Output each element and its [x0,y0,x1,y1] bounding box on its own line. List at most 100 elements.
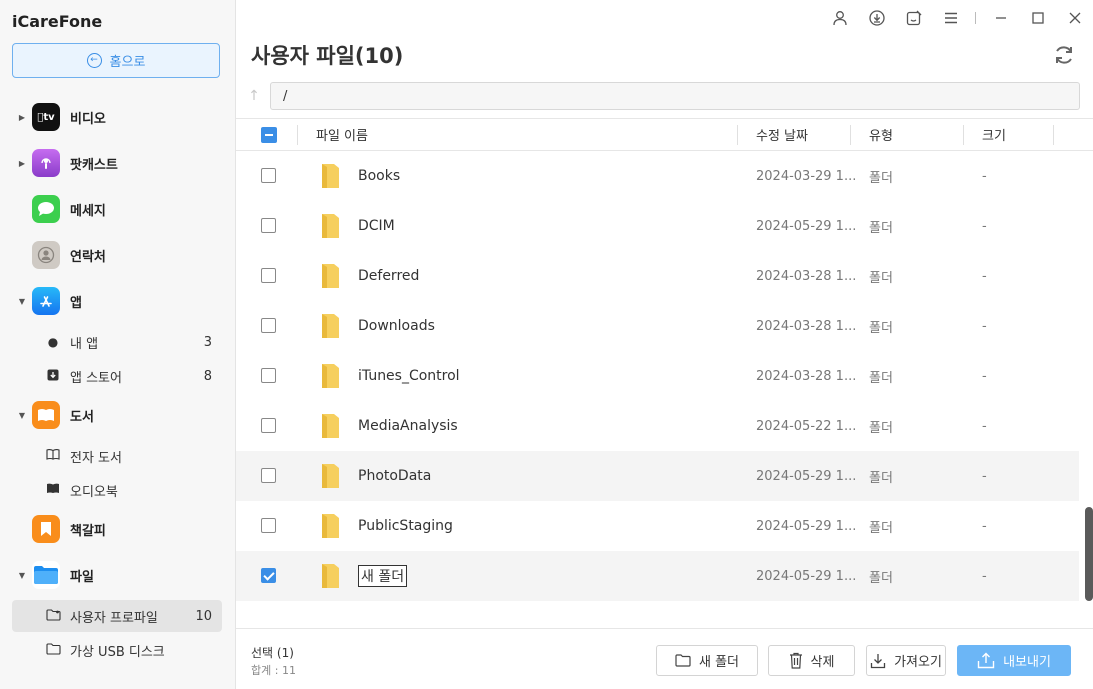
sidebar: iCareFone ← 홈으로 ▶ tv 비디오 ▶ 팟캐스트 메세지 연락처… [0,0,236,689]
sidebar-item-ebooks[interactable]: 전자 도서 [12,440,222,472]
sidebar-item-label: 내 앱 [70,336,99,352]
home-button[interactable]: ← 홈으로 [12,43,220,78]
maximize-icon[interactable] [1019,0,1056,36]
sidebar-item-my-apps[interactable]: ● 내 앱 3 [12,326,222,358]
apple-icon: ● [47,335,59,349]
app-store-icon [32,287,60,315]
file-name-input[interactable]: 새 폴더 [358,565,408,587]
row-checkbox[interactable] [261,268,276,283]
row-checkbox[interactable] [261,468,276,483]
column-header-type[interactable]: 유형 [869,119,893,150]
footer-bar: 선택 (1) 합계 : 11 새 폴더 삭제 가져오기 내보내기 [236,628,1093,689]
column-separator[interactable] [737,125,738,145]
scrollbar-thumb[interactable] [1085,507,1093,601]
path-bar[interactable]: / [270,82,1080,110]
table-row[interactable]: MediaAnalysis 2024-05-22 1... 폴더 - [236,401,1079,451]
delete-button[interactable]: 삭제 [768,645,855,676]
table-row[interactable]: 새 폴더 2024-05-29 1... 폴더 - [236,551,1079,601]
files-folder-icon [32,561,60,589]
export-button[interactable]: 내보내기 [957,645,1071,676]
bookmark-icon [32,515,60,543]
download-icon[interactable] [858,0,895,36]
user-icon[interactable] [821,0,858,36]
table-row[interactable]: Books 2024-03-29 1... 폴더 - [236,151,1079,201]
import-label: 가져오기 [894,655,942,670]
sidebar-item-video[interactable]: ▶ tv 비디오 [12,99,224,135]
table-row[interactable]: Downloads 2024-03-28 1... 폴더 - [236,301,1079,351]
file-size: - [982,518,987,534]
file-type: 폴더 [869,370,893,386]
refresh-icon[interactable] [1051,42,1077,68]
row-checkbox[interactable] [261,318,276,333]
column-separator[interactable] [1053,125,1054,145]
sidebar-item-virtual-usb[interactable]: 가상 USB 디스크 [12,634,222,666]
file-type: 폴더 [869,470,893,486]
row-checkbox[interactable] [261,368,276,383]
up-arrow-icon[interactable]: ↑ [246,86,262,106]
table-row[interactable]: PublicStaging 2024-05-29 1... 폴더 - [236,501,1079,551]
column-header-size[interactable]: 크기 [982,119,1006,150]
caret-down-icon[interactable]: ▼ [12,297,32,306]
sidebar-item-podcasts[interactable]: ▶ 팟캐스트 [12,145,224,181]
sidebar-item-user-profile[interactable]: 사용자 프로파일 10 [12,600,222,632]
folder-icon [322,164,339,188]
video-icon-text: tv [40,111,54,123]
row-checkbox[interactable] [261,518,276,533]
folder-user-icon [44,608,62,624]
table-row[interactable]: PhotoData 2024-05-29 1... 폴더 - [236,451,1079,501]
caret-right-icon[interactable]: ▶ [12,159,32,168]
file-size: - [982,568,987,584]
modified-date: 2024-05-29 1... [756,518,857,534]
file-name-edit[interactable]: 새 폴더 [358,551,408,601]
caret-down-icon[interactable]: ▼ [12,411,32,420]
back-arrow-icon: ← [86,53,102,68]
sidebar-item-books[interactable]: ▼ 도서 [12,397,224,433]
row-checkbox-checked[interactable] [261,568,276,583]
delete-label: 삭제 [810,655,835,670]
row-checkbox[interactable] [261,418,276,433]
sidebar-item-apps[interactable]: ▼ 앱 [12,283,224,319]
sidebar-item-label: 도서 [70,409,94,425]
folder-icon [322,514,339,538]
table-row[interactable]: DCIM 2024-05-29 1... 폴더 - [236,201,1079,251]
caret-down-icon[interactable]: ▼ [12,571,32,580]
file-name: Downloads [358,318,435,334]
minimize-icon[interactable] [982,0,1019,36]
file-size: - [982,168,987,184]
item-count: 3 [203,334,212,350]
column-separator[interactable] [963,125,964,145]
column-header-name[interactable]: 파일 이름 [316,119,368,150]
sidebar-item-contacts[interactable]: 연락처 [12,237,224,273]
new-folder-button[interactable]: 새 폴더 [656,645,758,676]
window-toolbar [821,0,1093,36]
sidebar-item-label: 앱 [70,295,82,311]
file-name: Books [358,168,401,184]
app-title: iCareFone [12,12,103,31]
column-header-date[interactable]: 수정 날짜 [756,119,808,150]
select-all-checkbox[interactable] [261,127,277,143]
feedback-icon[interactable] [895,0,932,36]
modified-date: 2024-05-29 1... [756,568,857,584]
total-count: 합계 : 11 [251,664,296,677]
caret-right-icon[interactable]: ▶ [12,113,32,122]
sidebar-item-audiobooks[interactable]: 오디오북 [12,474,222,506]
sidebar-item-app-store[interactable]: 앱 스토어 8 [12,360,222,392]
file-size: - [982,368,987,384]
row-checkbox[interactable] [261,218,276,233]
row-checkbox[interactable] [261,168,276,183]
sidebar-item-bookmarks[interactable]: 책갈피 [12,511,224,547]
column-separator[interactable] [850,125,851,145]
item-count: 8 [203,368,212,384]
table-row[interactable]: iTunes_Control 2024-03-28 1... 폴더 - [236,351,1079,401]
sidebar-item-messages[interactable]: 메세지 [12,191,224,227]
sidebar-item-files[interactable]: ▼ 파일 [12,557,224,593]
menu-icon[interactable] [932,0,969,36]
import-button[interactable]: 가져오기 [866,645,946,676]
open-book-icon [44,449,62,463]
file-type: 폴더 [869,170,893,186]
close-icon[interactable] [1056,0,1093,36]
toolbar-separator [975,12,976,24]
selection-count: 선택 (1) [251,646,294,660]
folder-icon [44,642,62,658]
table-row[interactable]: Deferred 2024-03-28 1... 폴더 - [236,251,1079,301]
